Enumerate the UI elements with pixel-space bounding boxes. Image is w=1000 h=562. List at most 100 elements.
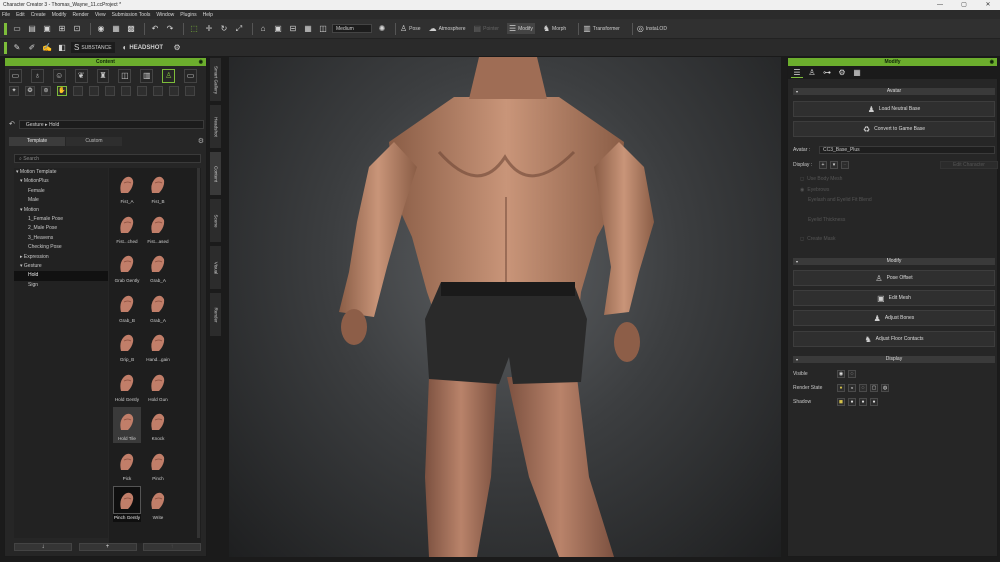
pose-offset-button[interactable]: ♙ Pose Offset xyxy=(793,270,995,286)
render-box-icon[interactable]: ▢ xyxy=(870,384,878,392)
display-down-button[interactable]: ▾ xyxy=(830,161,838,169)
modify-button[interactable]: ☰ Modify xyxy=(506,23,535,34)
download-button[interactable]: ↓ xyxy=(14,543,72,551)
undo-icon[interactable]: ↶ xyxy=(149,23,161,35)
empty-slot-icon[interactable] xyxy=(121,86,131,96)
gesture-thumbnail[interactable]: Grab_B xyxy=(113,288,141,328)
redo-icon[interactable]: ↷ xyxy=(164,23,176,35)
gesture-thumbnail[interactable]: Fist_A xyxy=(113,170,141,209)
empty-slot-icon[interactable] xyxy=(169,86,179,96)
scene-icon[interactable]: ▭ xyxy=(184,69,198,83)
tree-item[interactable]: ▾ MotionPlus xyxy=(14,177,108,186)
tree-item[interactable]: ▾ Gesture xyxy=(14,262,108,271)
adjust-bones-button[interactable]: ♟ Adjust Bones xyxy=(793,310,995,326)
camera-icon[interactable]: ◉ xyxy=(95,23,107,35)
tree-item[interactable]: Checking Pose xyxy=(14,243,108,252)
light-icon[interactable]: ✺ xyxy=(376,23,388,35)
rotate-icon[interactable]: ↻ xyxy=(218,23,230,35)
gesture-thumbnail[interactable]: Grab_A xyxy=(144,249,172,288)
menu-modify[interactable]: Modify xyxy=(52,12,67,18)
paint-icon[interactable]: ✍ xyxy=(41,42,53,54)
minimize-icon[interactable]: — xyxy=(928,0,952,10)
quality-dropdown[interactable]: Medium xyxy=(332,24,372,33)
sculpt-icon[interactable]: ✐ xyxy=(26,42,38,54)
use-body-mesh-option[interactable]: ◻ Use Body Mesh xyxy=(800,176,842,182)
gesture-thumbnail[interactable]: Fist_B xyxy=(144,170,172,209)
hair-icon[interactable]: ❦ xyxy=(74,69,88,83)
panel-close-icon[interactable]: ◉ xyxy=(990,58,994,66)
attribute-tab-icon[interactable]: ☰ xyxy=(791,68,803,78)
grid-icon[interactable]: ▦ xyxy=(302,23,314,35)
layout-icon[interactable]: ◫ xyxy=(317,23,329,35)
gesture-thumbnail[interactable]: Grab_A xyxy=(144,288,172,328)
render-hidden-icon[interactable]: ◍ xyxy=(881,384,889,392)
headshot-button[interactable]: ◐ HEADSHOT xyxy=(123,43,164,52)
breadcrumb-path[interactable]: Gesture ▸ Hold xyxy=(18,119,204,129)
head-settings-icon[interactable]: ⚙ xyxy=(171,42,183,54)
morph-tab-icon[interactable]: ⚙ xyxy=(836,68,848,78)
back-icon[interactable]: ↶ xyxy=(9,120,15,128)
menu-plugins[interactable]: Plugins xyxy=(180,12,196,18)
instalod-button[interactable]: ◎ InstaLOD xyxy=(637,24,667,33)
tree-item[interactable]: 3_Heavens xyxy=(14,234,108,243)
move-icon[interactable]: ✛ xyxy=(203,23,215,35)
motion-tab-icon[interactable]: ♙ xyxy=(806,68,818,78)
edit-mesh-icon[interactable]: ✎ xyxy=(11,42,23,54)
shadow-both-icon[interactable]: ● xyxy=(859,398,867,406)
shadow-receive-icon[interactable]: ● xyxy=(848,398,856,406)
pose-button[interactable]: ♙ Pose xyxy=(400,24,421,33)
tab-content[interactable]: Content xyxy=(209,151,222,196)
gesture-thumbnail[interactable]: Pick xyxy=(113,446,141,486)
gesture-thumbnail[interactable]: Fist...ched xyxy=(113,209,141,249)
export-icon[interactable]: ⊡ xyxy=(71,23,83,35)
load-neutral-base-button[interactable]: ♟ Load Neutral Base xyxy=(793,101,995,117)
empty-slot-icon[interactable] xyxy=(105,86,115,96)
motion-icon[interactable]: ♙ xyxy=(162,69,176,83)
open-file-icon[interactable]: ▤ xyxy=(26,23,38,35)
empty-slot-icon[interactable] xyxy=(137,86,147,96)
menu-edit[interactable]: Edit xyxy=(16,12,25,18)
menu-render[interactable]: Render xyxy=(72,12,88,18)
grid-scrollbar[interactable] xyxy=(197,168,200,538)
frame-icon[interactable]: ▣ xyxy=(272,23,284,35)
search-input[interactable]: ⌕ Search xyxy=(14,154,201,163)
sub-morph-icon[interactable]: ⊛ xyxy=(41,86,51,96)
gesture-thumbnail[interactable]: Fist...ased xyxy=(144,209,172,249)
transformer-button[interactable]: ▥ Transformer xyxy=(583,24,620,33)
render-wire-icon[interactable]: ◌ xyxy=(859,384,867,392)
tab-headshot[interactable]: Headshot xyxy=(209,104,222,149)
pointer-button[interactable]: ▤ Pointer xyxy=(474,24,499,33)
sub-pose-icon[interactable]: ✦ xyxy=(9,86,19,96)
empty-slot-icon[interactable] xyxy=(73,86,83,96)
tab-visual[interactable]: Visual xyxy=(209,245,222,290)
menu-create[interactable]: Create xyxy=(31,12,46,18)
adjust-floor-contacts-button[interactable]: ♞ Adjust Floor Contacts xyxy=(793,331,995,347)
gesture-thumbnail[interactable]: Grip_B xyxy=(113,328,141,367)
gesture-thumbnail[interactable]: Hold Tile xyxy=(113,407,141,446)
import-icon[interactable]: ⊞ xyxy=(56,23,68,35)
atmosphere-button[interactable]: ☁ Atmosphere xyxy=(429,24,466,33)
create-mask-option[interactable]: ◻ Create Mask xyxy=(800,236,836,242)
close-icon[interactable]: ✕ xyxy=(976,0,1000,10)
visible-off-icon[interactable]: ◌ xyxy=(848,370,856,378)
edit-character-button[interactable]: Edit Character xyxy=(940,161,998,169)
save-icon[interactable]: ▣ xyxy=(41,23,53,35)
eyebrows-option[interactable]: ◉ Eyebrows xyxy=(800,187,829,193)
avatar-section-header[interactable]: ▾ Avatar xyxy=(793,88,995,95)
accessory-icon[interactable]: ▥ xyxy=(140,69,154,83)
tree-item[interactable]: 2_Male Pose xyxy=(14,224,108,233)
home-icon[interactable]: ⌂ xyxy=(257,23,269,35)
modify-section-header[interactable]: ▾ Modify xyxy=(793,258,995,265)
empty-slot-icon[interactable] xyxy=(153,86,163,96)
tree-item[interactable]: ▾ Motion xyxy=(14,206,108,215)
gesture-thumbnail[interactable]: Hand...gain xyxy=(144,328,172,367)
tree-item[interactable]: Sign xyxy=(14,281,108,290)
tab-custom[interactable]: Custom xyxy=(66,137,122,146)
tree-item[interactable]: ▾ Motion Template xyxy=(14,168,108,177)
convert-game-base-button[interactable]: ♻ Convert to Game Base xyxy=(793,121,995,137)
screenshot-icon[interactable]: ▩ xyxy=(125,23,137,35)
material-tab-icon[interactable]: ▦ xyxy=(851,68,863,78)
scale-icon[interactable]: ⤢ xyxy=(233,23,245,35)
menu-submission-tools[interactable]: Submission Tools xyxy=(112,12,151,18)
avatar-name-field[interactable]: CC3_Base_Plus xyxy=(819,146,995,154)
